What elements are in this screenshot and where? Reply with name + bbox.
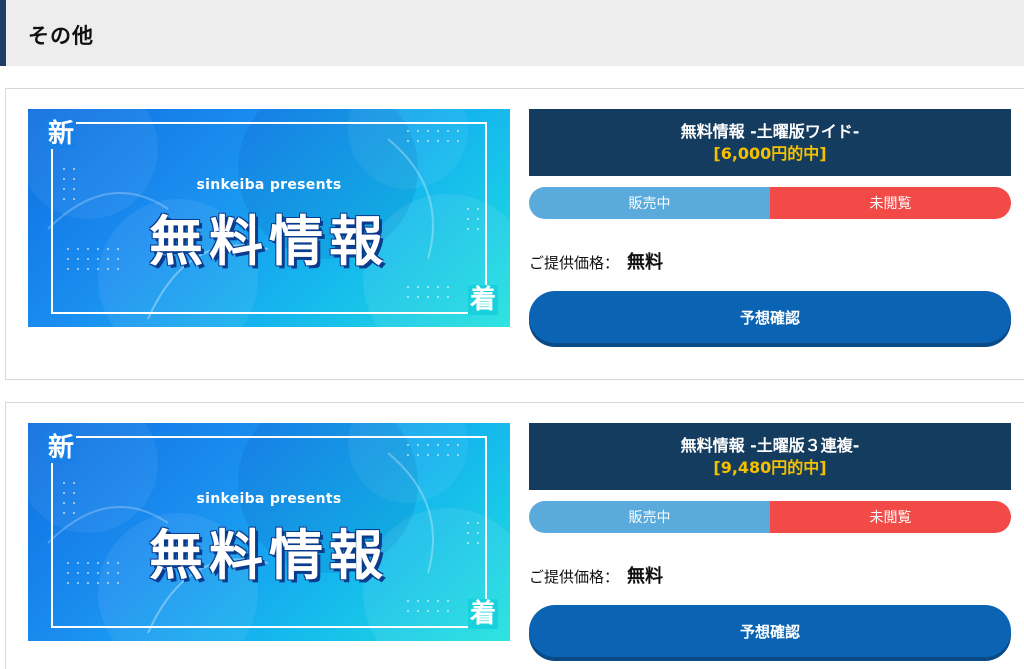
card-title: 無料情報 -土曜版ワイド- xyxy=(680,122,860,141)
card-title-box: 無料情報 -土曜版ワイド- [6,000円的中] xyxy=(529,109,1011,176)
price-value: 無料 xyxy=(627,566,664,587)
status-unread: 未閲覧 xyxy=(770,501,1011,533)
status-bar: 販売中 未閲覧 xyxy=(529,501,1011,533)
arrival-badge-icon: 着 xyxy=(468,599,499,629)
product-card: 新 着 sinkeiba presents 無料情報 無料情報 -土曜版ワイド-… xyxy=(5,88,1024,380)
banner-title: 無料情報 xyxy=(149,210,389,273)
arrival-badge-icon: 着 xyxy=(468,285,499,315)
banner-subtitle: sinkeiba presents xyxy=(196,177,342,193)
new-badge-icon: 新 xyxy=(46,119,77,149)
card-title-box: 無料情報 -土曜版３連複- [9,480円的中] xyxy=(529,423,1011,490)
hit-amount: [9,480円的中] xyxy=(713,458,827,477)
banner-image[interactable]: 新 着 sinkeiba presents 無料情報 xyxy=(28,423,510,641)
status-on-sale: 販売中 xyxy=(529,187,770,219)
price-value: 無料 xyxy=(627,252,664,273)
check-prediction-button[interactable]: 予想確認 xyxy=(529,291,1011,343)
card-title: 無料情報 -土曜版３連複- xyxy=(680,436,860,455)
banner-subtitle: sinkeiba presents xyxy=(196,491,342,507)
price-row: ご提供価格： 無料 xyxy=(529,562,1011,587)
status-bar: 販売中 未閲覧 xyxy=(529,187,1011,219)
banner-title: 無料情報 xyxy=(149,524,389,587)
price-label: ご提供価格： xyxy=(529,254,620,272)
section-header: その他 xyxy=(0,0,1024,66)
card-info: 無料情報 -土曜版ワイド- [6,000円的中] 販売中 未閲覧 ご提供価格： … xyxy=(529,109,1011,343)
status-unread: 未閲覧 xyxy=(770,187,1011,219)
price-row: ご提供価格： 無料 xyxy=(529,248,1011,273)
status-on-sale: 販売中 xyxy=(529,501,770,533)
banner-image[interactable]: 新 着 sinkeiba presents 無料情報 xyxy=(28,109,510,327)
new-badge-icon: 新 xyxy=(46,433,77,463)
hit-amount: [6,000円的中] xyxy=(713,144,827,163)
card-info: 無料情報 -土曜版３連複- [9,480円的中] 販売中 未閲覧 ご提供価格： … xyxy=(529,423,1011,657)
section-title: その他 xyxy=(28,24,94,48)
check-prediction-button[interactable]: 予想確認 xyxy=(529,605,1011,657)
product-card: 新 着 sinkeiba presents 無料情報 無料情報 -土曜版３連複-… xyxy=(5,402,1024,669)
price-label: ご提供価格： xyxy=(529,568,620,586)
